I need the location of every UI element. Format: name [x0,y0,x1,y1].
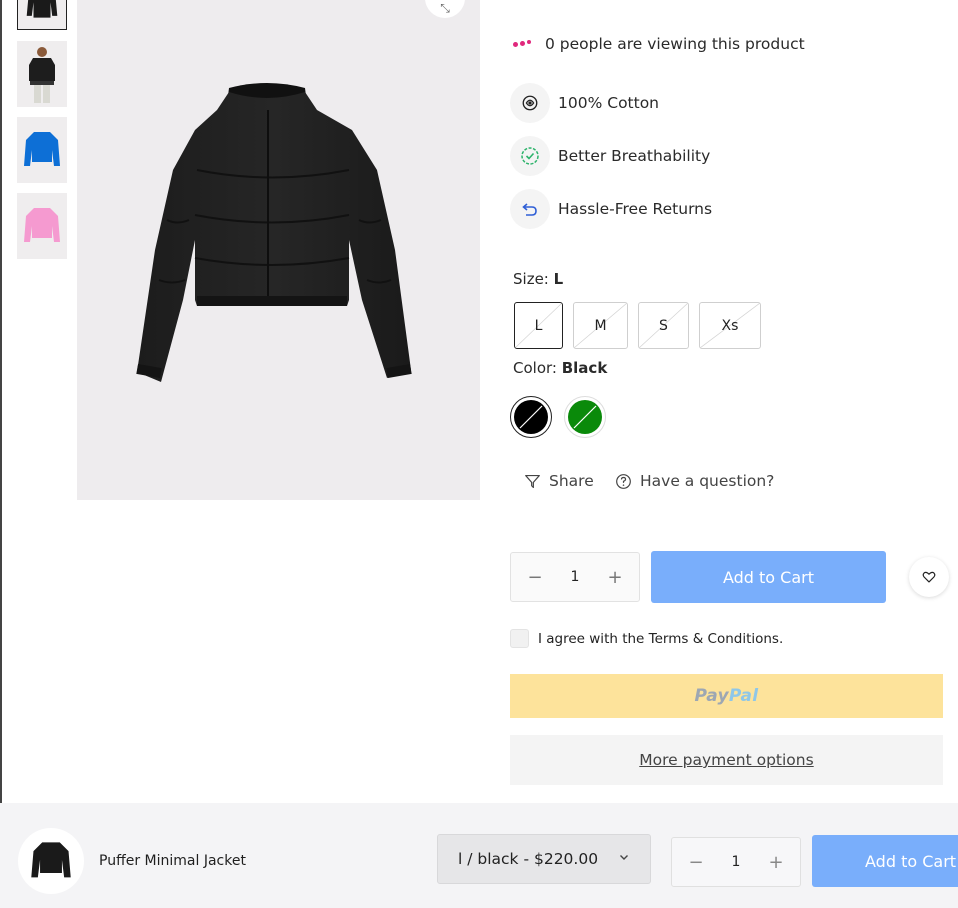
question-icon [616,473,631,489]
viewers-text: 0 people are viewing this product [545,35,805,53]
color-options [510,396,606,438]
thumbnail-strip [17,0,67,269]
sticky-increase-quantity-button[interactable]: + [766,852,786,873]
share-button[interactable]: Share [524,472,594,490]
cotton-icon [510,83,550,123]
feature-returns: Hassle-Free Returns [510,189,712,229]
paypal-logo-part1: Pay [694,686,729,706]
decrease-quantity-button[interactable]: − [525,567,545,588]
thumbnail-blue-jacket[interactable] [17,117,67,183]
thumbnail-pink-jacket[interactable] [17,193,67,259]
terms-agreement: I agree with the Terms & Conditions. [510,629,783,648]
sticky-add-to-cart-bar: Puffer Minimal Jacket l / black - $220.0… [0,803,958,908]
feature-cotton: 100% Cotton [510,83,659,123]
color-label: Color: Black [513,359,608,377]
main-product-image[interactable]: ⤡ [77,0,480,500]
sticky-product-thumbnail [18,828,84,894]
paypal-logo-part2: Pal [728,686,759,706]
feature-label: Hassle-Free Returns [558,200,713,218]
sticky-quantity-value[interactable]: 1 [732,854,741,870]
thumbnail-model-jacket[interactable] [17,41,67,107]
feature-label: Better Breathability [558,147,711,165]
terms-checkbox[interactable] [510,629,529,648]
sticky-add-to-cart-button[interactable]: Add to Cart [812,835,958,887]
selected-size: L [553,270,564,288]
feature-breathability: Better Breathability [510,136,710,176]
size-option-xs[interactable]: Xs [699,302,761,349]
sticky-quantity-stepper: − 1 + [671,837,801,887]
selected-color: Black [561,359,608,377]
size-label: Size: L [513,270,564,288]
color-swatch-black[interactable] [510,396,552,438]
terms-text: I agree with the Terms & Conditions. [538,630,784,647]
return-icon [510,189,550,229]
variant-select[interactable]: l / black - $220.00 [437,834,651,884]
expand-icon: ⤡ [440,0,450,15]
size-option-m[interactable]: M [573,302,628,349]
jacket-illustration [136,83,412,382]
wishlist-button[interactable] [909,557,949,597]
size-options: L M S Xs [514,302,761,349]
variant-value: l / black - $220.00 [458,850,599,868]
color-swatch-green[interactable] [564,396,606,438]
quantity-stepper: − 1 + [510,552,640,602]
share-icon [525,474,540,488]
ask-question-button[interactable]: Have a question? [615,472,774,490]
add-to-cart-button[interactable]: Add to Cart [651,551,886,603]
quantity-value[interactable]: 1 [571,569,580,585]
more-payment-options-link[interactable]: More payment options [510,735,943,785]
increase-quantity-button[interactable]: + [605,567,625,588]
feature-label: 100% Cotton [558,94,660,112]
thumbnail-black-jacket[interactable] [17,0,67,30]
check-circle-icon [510,136,550,176]
size-option-l[interactable]: L [514,302,563,349]
chevron-down-icon [620,855,628,860]
size-option-s[interactable]: S [638,302,689,349]
viewers-indicator: 0 people are viewing this product [513,35,805,53]
live-dots-icon [513,39,531,47]
sticky-decrease-quantity-button[interactable]: − [686,852,706,873]
paypal-button[interactable]: Pay Pal [510,674,943,718]
sticky-product-title: Puffer Minimal Jacket [99,853,246,869]
heart-icon [922,571,936,583]
